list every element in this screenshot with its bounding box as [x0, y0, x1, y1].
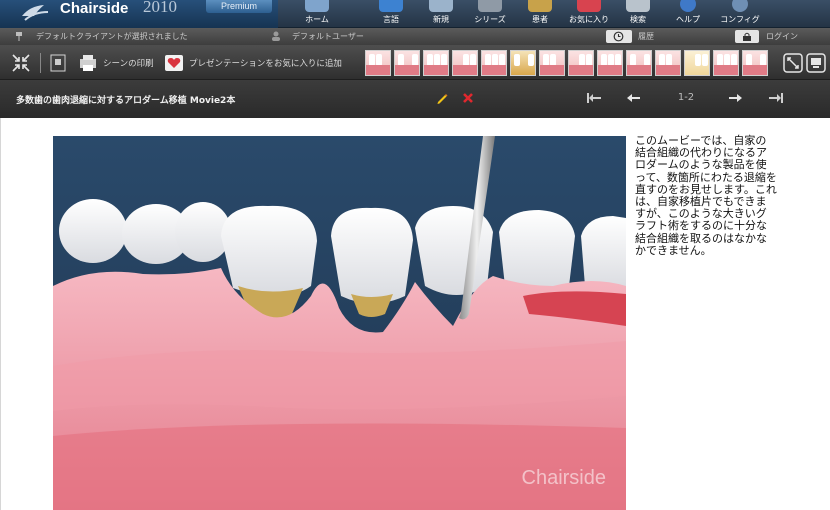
help-icon — [680, 0, 696, 12]
scene-thumbnail[interactable] — [684, 50, 710, 76]
nav-home-button[interactable]: ホーム — [291, 0, 343, 28]
history-label[interactable]: 履歴 — [638, 31, 654, 42]
app-year: 2010 — [143, 0, 177, 16]
expand-icon[interactable] — [783, 53, 803, 73]
scene-thumbnail[interactable] — [452, 50, 478, 76]
series-icon — [478, 0, 502, 12]
user-name-text[interactable]: デフォルトユーザー — [292, 31, 364, 42]
content-area: Chairside このムービーでは、自家の結合組織の代わりになるアロダームのよ… — [0, 118, 830, 510]
scene-thumbnail[interactable] — [423, 50, 449, 76]
fullscreen-collapse-icon[interactable] — [11, 53, 31, 73]
edition-badge: Premium — [206, 0, 272, 13]
nav-help-button[interactable]: ヘルプ — [662, 0, 714, 28]
language-icon — [379, 0, 403, 12]
scene-thumbnail[interactable] — [481, 50, 507, 76]
movie-description: このムービーでは、自家の結合組織の代わりになるアロダームのような製品を使って、数… — [635, 134, 777, 257]
movie-title: 多数歯の歯肉退縮に対するアロダーム移植 Movie2本 — [16, 96, 236, 106]
app-header: Chairside 2010 Premium ホーム 言語 新規 シリーズ 患者… — [0, 0, 830, 28]
toolbar-divider — [40, 53, 41, 73]
dental-illustration — [53, 136, 626, 510]
nav-favorites-button[interactable]: お気に入り — [563, 0, 615, 28]
last-page-icon[interactable] — [768, 90, 784, 106]
lock-icon — [743, 32, 751, 41]
scene-toolbar: シーンの印刷 プレゼンテーションをお気に入りに追加 — [0, 45, 830, 80]
nav-patient-button[interactable]: 患者 — [514, 0, 566, 28]
scene-thumbnail[interactable] — [655, 50, 681, 76]
app-name: Chairside — [60, 0, 129, 17]
print-icon[interactable] — [78, 53, 98, 73]
first-page-icon[interactable] — [586, 90, 602, 106]
app-logo: Chairside 2010 Premium — [0, 0, 278, 28]
add-to-favorites-button[interactable]: プレゼンテーションをお気に入りに追加 — [189, 57, 342, 69]
scene-thumbnail[interactable] — [510, 50, 536, 76]
login-lock-button[interactable] — [735, 30, 759, 43]
new-icon — [429, 0, 453, 12]
favorites-icon — [577, 0, 601, 12]
scene-thumbnail[interactable] — [742, 50, 768, 76]
presentation-mode-icon[interactable] — [806, 53, 826, 73]
heart-icon[interactable] — [164, 53, 184, 73]
delete-x-icon[interactable] — [460, 90, 476, 106]
document-info-icon[interactable] — [48, 53, 68, 73]
previous-page-icon[interactable] — [625, 90, 641, 106]
selected-client-text: デフォルトクライアントが選択されました — [36, 32, 188, 41]
chairside-logo-icon — [22, 5, 49, 21]
login-label[interactable]: ログイン — [766, 31, 798, 42]
config-icon — [732, 0, 748, 12]
search-icon — [626, 0, 650, 12]
nav-config-button[interactable]: コンフィグ — [714, 0, 766, 28]
user-icon — [272, 31, 280, 41]
pin-icon — [16, 32, 22, 41]
scene-thumbnail[interactable] — [626, 50, 652, 76]
nav-new-button[interactable]: 新規 — [415, 0, 467, 28]
status-bar: デフォルトクライアントが選択されました デフォルトユーザー 履歴 ログイン — [0, 28, 830, 45]
patient-icon — [528, 0, 552, 12]
print-scene-button[interactable]: シーンの印刷 — [103, 57, 154, 69]
scene-thumbnail[interactable] — [713, 50, 739, 76]
clock-icon — [613, 31, 624, 42]
chairside-watermark: Chairside — [521, 467, 606, 489]
scene-thumbnail[interactable] — [539, 50, 565, 76]
scene-thumbnail[interactable] — [597, 50, 623, 76]
scene-thumbnail[interactable] — [568, 50, 594, 76]
scene-thumbnail[interactable] — [394, 50, 420, 76]
home-icon — [305, 0, 329, 12]
next-page-icon[interactable] — [728, 90, 744, 106]
movie-title-bar: 多数歯の歯肉退縮に対するアロダーム移植 Movie2本 1-2 — [0, 80, 830, 118]
nav-search-button[interactable]: 検索 — [612, 0, 664, 28]
movie-player[interactable]: Chairside — [53, 136, 626, 510]
nav-series-button[interactable]: シリーズ — [464, 0, 516, 28]
history-button[interactable] — [606, 30, 632, 43]
edit-pencil-icon[interactable] — [434, 90, 450, 106]
nav-language-button[interactable]: 言語 — [365, 0, 417, 28]
scene-thumbnail[interactable] — [365, 50, 391, 76]
page-indicator: 1-2 — [677, 92, 695, 103]
